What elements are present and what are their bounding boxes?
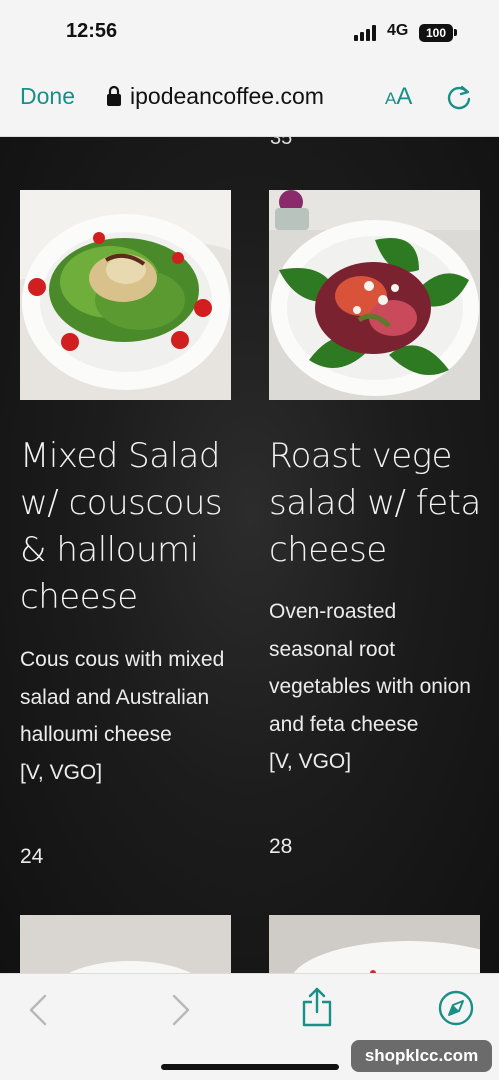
url-field[interactable]: ipodeancoffee.com [130,83,324,110]
network-label: 4G [387,22,409,39]
item-title: Mixed Salad w/ couscous & halloumi chees… [20,436,223,617]
item-price: 28 [269,835,293,858]
menu-page: 35 Mixed Salad w/ couscous & halloumi ch… [0,137,499,973]
share-icon[interactable] [301,986,333,1028]
battery-icon: 100 [419,24,453,42]
roast-vege-salad-photo [269,190,480,400]
status-time: 12:56 [66,20,118,42]
mixed-salad-photo [20,190,231,400]
item-price: 24 [20,845,44,868]
item-description-text: Cous cous with mixed salad and Australia… [20,648,225,746]
text-size-small-label: A [385,89,397,108]
browser-toolbar: shopklcc.com [0,973,499,1080]
text-size-large-label: A [396,83,413,110]
next-item-photo [20,915,231,973]
reload-icon[interactable] [444,83,474,113]
item-tags: [V, VGO] [20,760,103,784]
signal-icon [354,25,380,41]
item-description-text: Oven-roasted seasonal root vegetables wi… [269,600,471,736]
item-tags: [V, VGO] [269,750,352,773]
home-indicator [161,1064,339,1070]
done-button[interactable]: Done [20,83,75,110]
forward-icon[interactable] [171,994,191,1026]
watermark: shopklcc.com [351,1040,492,1072]
battery-nub [454,29,457,36]
item-description: Cous cous with mixed salad and Australia… [20,641,232,791]
back-icon[interactable] [28,994,48,1026]
status-bar: 12:56 4G 100 [0,0,499,68]
text-size-button[interactable]: AA [385,83,412,111]
previous-price: 35 [270,137,293,149]
lock-icon [107,85,121,106]
item-title: Roast vege salad w/ feta cheese [269,436,481,570]
next-item-photo [269,915,480,973]
item-description: Oven-roasted seasonal root vegetables wi… [269,593,481,781]
browser-header: Done ipodeancoffee.com AA [0,68,499,137]
compass-icon[interactable] [438,990,474,1026]
